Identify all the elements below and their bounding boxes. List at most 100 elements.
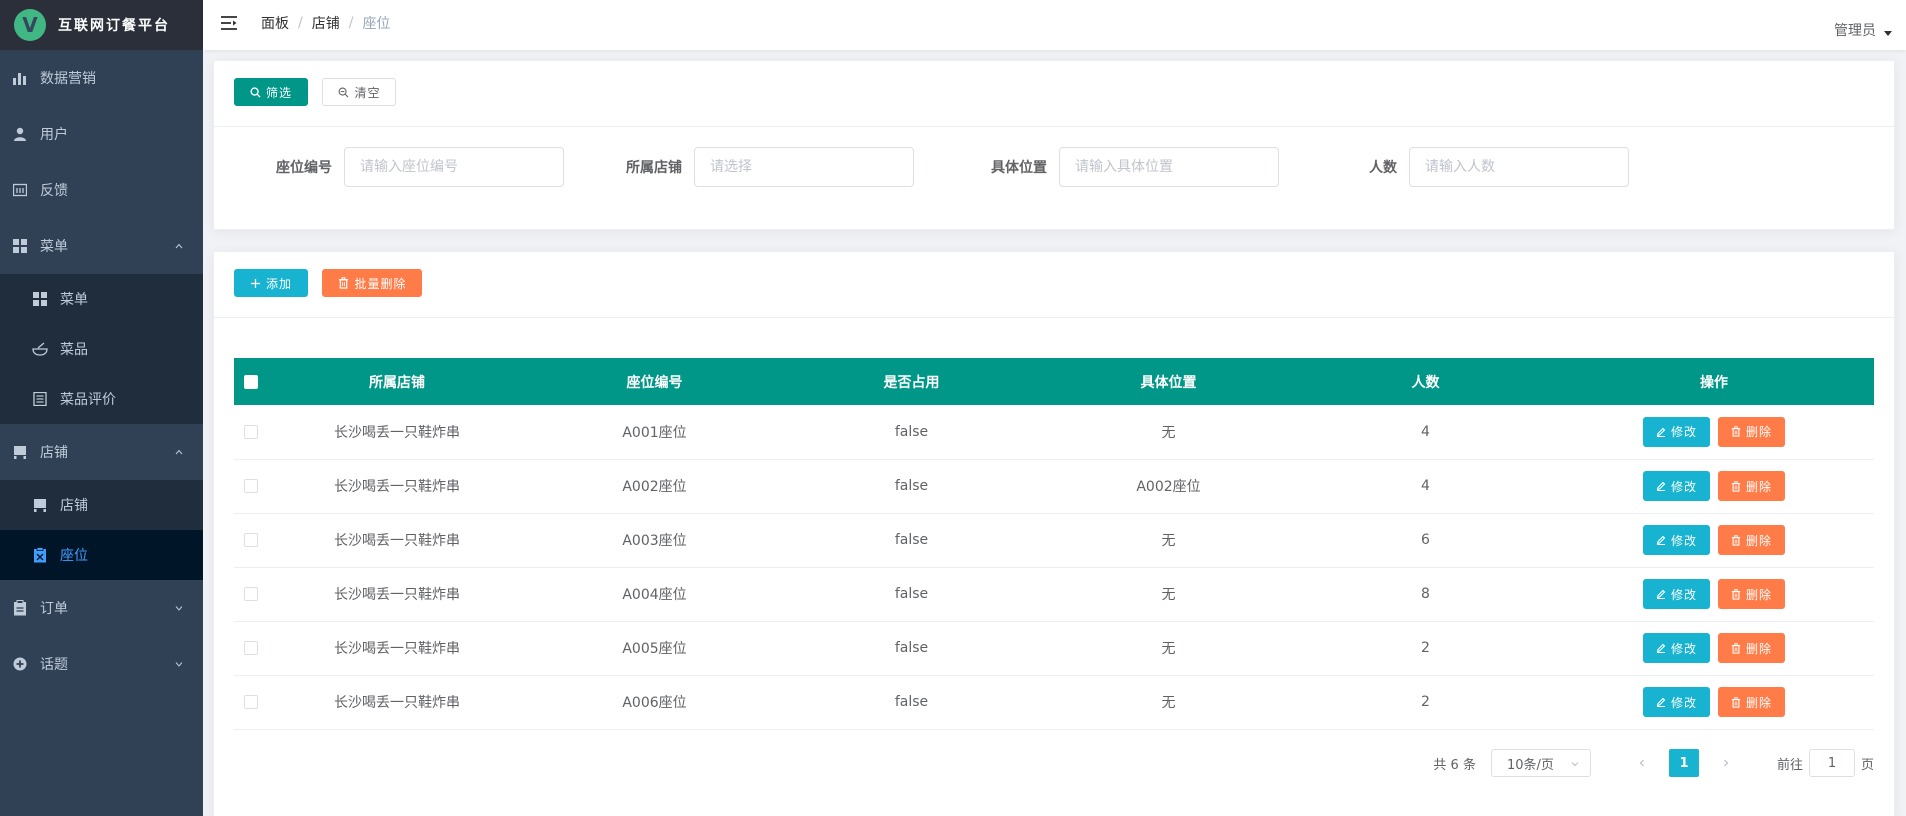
column-header: 具体位置 [1140,374,1197,391]
breadcrumb-item-seat: 座位 [362,16,391,32]
trash-icon [339,277,349,289]
row-checkbox[interactable] [244,424,258,439]
top-navbar: 面板 / 店铺 / 座位 管理员 [203,0,1906,50]
cell-actions: 修改 删除 [1554,405,1874,459]
edit-button[interactable]: 修改 [1642,471,1710,501]
chevron-up-icon [175,243,183,249]
filter-form: 座位编号 所属店铺 具体位置 人数 [214,147,1894,187]
header-select-all [234,358,268,405]
cell-location: 无 [1161,641,1176,657]
sidebar-item-label: 菜品评价 [60,392,116,408]
sidebar-item-dish[interactable]: 菜品 [0,324,203,374]
row-select-cell [234,405,268,459]
breadcrumb-item-store[interactable]: 店铺 [312,13,340,33]
breadcrumb-item-dashboard[interactable]: 面板 [261,13,289,33]
cell-people: 8 [1421,586,1430,602]
row-checkbox[interactable] [244,479,258,493]
seat-no-input[interactable] [344,147,564,187]
sidebar-item-store-list[interactable]: 店铺 [0,480,203,530]
row-checkbox[interactable] [244,641,258,655]
trash-icon [1731,696,1741,708]
edit-button[interactable]: 修改 [1642,633,1710,663]
page-size-select[interactable]: 10条/页 [1490,749,1591,777]
edit-button[interactable]: 修改 [1642,687,1710,717]
people-input[interactable] [1409,147,1629,187]
cell-store: 长沙喝丢一只鞋炸串 [334,479,460,495]
cell-occupied: false [894,478,929,494]
edit-button[interactable]: 修改 [1642,416,1710,447]
cell-location: 无 [1161,587,1176,603]
edit-icon [1656,697,1666,707]
row-checkbox[interactable] [244,587,258,601]
clear-button[interactable]: 清空 [322,78,397,106]
delete-button[interactable]: 删除 [1718,525,1786,555]
edit-button[interactable]: 修改 [1642,579,1710,609]
sidebar-item-data-marketing[interactable]: 数据营销 [0,50,203,106]
row-select-cell [234,513,268,567]
delete-button[interactable]: 删除 [1718,579,1786,609]
sidebar-item-menu-list[interactable]: 菜单 [0,274,203,324]
row-checkbox[interactable] [244,533,258,547]
sidebar-item-feedback[interactable]: 反馈 [0,162,203,218]
cell-location: 无 [1161,695,1176,711]
row-checkbox[interactable] [244,695,258,709]
sidebar-item-label: 话题 [40,657,68,673]
edit-icon [1656,589,1666,599]
store-select[interactable] [694,147,914,187]
delete-button[interactable]: 删除 [1718,687,1786,717]
cell-location: 无 [1161,424,1176,441]
app-title: 互联网订餐平台 [58,18,170,34]
cell-people: 2 [1421,694,1430,710]
logo-bar: V 互联网订餐平台 [0,0,203,50]
breadcrumb-separator: / [298,15,303,31]
location-input[interactable] [1059,147,1279,187]
bar-chart-icon [12,70,28,86]
user-icon [12,126,28,142]
prev-page-button[interactable] [1627,749,1657,777]
next-page-button[interactable] [1711,749,1741,777]
goto-suffix: 页 [1860,757,1874,773]
sidebar-item-topic[interactable]: 话题 [0,636,203,692]
page-number-active[interactable]: 1 [1668,749,1699,777]
edit-button-label: 修改 [1670,695,1697,710]
trash-icon [1731,642,1741,654]
sidebar-item-seat[interactable]: 座位 [0,530,203,580]
sidebar-item-label: 菜品 [60,342,88,358]
sidebar-item-user[interactable]: 用户 [0,106,203,162]
add-button[interactable]: 添加 [234,269,309,297]
cell-store: 长沙喝丢一只鞋炸串 [334,695,460,711]
sidebar-item-label: 店铺 [60,498,88,514]
goto-page-input[interactable] [1808,749,1855,777]
hamburger-icon[interactable] [219,13,239,33]
sidebar-item-dish-review[interactable]: 菜品评价 [0,374,203,424]
cell-actions: 修改 删除 [1554,513,1874,567]
cell-actions: 修改 删除 [1554,675,1874,729]
table-row: 长沙喝丢一只鞋炸串 A002座位 false A002座位 4 修改 删除 [234,459,1874,513]
delete-button[interactable]: 删除 [1718,471,1786,501]
cell-location: A002座位 [1136,479,1201,495]
cell-people: 4 [1421,423,1430,440]
sidebar-item-label: 反馈 [40,183,68,199]
delete-button[interactable]: 删除 [1718,633,1786,663]
delete-button-label: 删除 [1746,641,1773,656]
filter-label: 座位编号 [276,160,332,176]
edit-icon [1656,643,1666,653]
breadcrumb: 面板 / 店铺 / 座位 [261,13,390,33]
sidebar-item-label: 数据营销 [40,71,96,87]
sidebar-item-menu[interactable]: 菜单 [0,218,203,274]
batch-delete-button[interactable]: 批量删除 [322,269,423,297]
sidebar-item-store[interactable]: 店铺 [0,424,203,480]
sidebar-item-order[interactable]: 订单 [0,580,203,636]
cell-seat-no: A003座位 [622,533,687,549]
edit-button[interactable]: 修改 [1642,525,1710,555]
cell-location: 无 [1161,533,1176,549]
cell-store: 长沙喝丢一只鞋炸串 [334,424,460,441]
column-header: 操作 [1700,374,1728,391]
user-dropdown[interactable]: 管理员 [1834,20,1892,40]
delete-button[interactable]: 删除 [1718,416,1786,447]
grid-icon [32,291,48,307]
search-button[interactable]: 筛选 [234,78,309,106]
select-all-checkbox[interactable] [244,374,258,389]
table-header-row: 所属店铺 座位编号 是否占用 具体位置 人数 操作 [234,358,1874,405]
delete-button-label: 删除 [1746,533,1773,548]
